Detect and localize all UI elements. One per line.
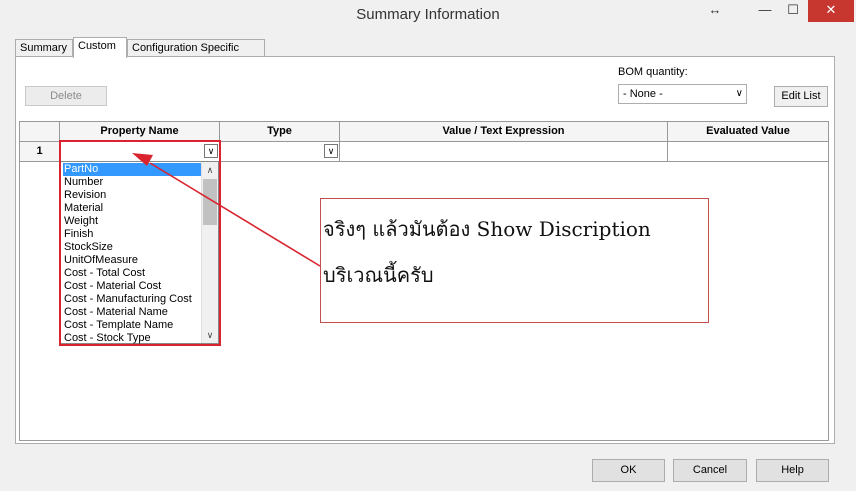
resize-icon[interactable]: ↔ <box>702 0 728 22</box>
tab-summary[interactable]: Summary <box>15 39 73 57</box>
list-item[interactable]: Cost - Material Name <box>63 306 201 319</box>
list-item[interactable]: StockSize <box>63 241 201 254</box>
list-item[interactable]: Cost - Total Cost <box>63 267 201 280</box>
chevron-down-icon[interactable]: ∨ <box>204 144 218 158</box>
grid-header-evaluated-value[interactable]: Evaluated Value <box>668 122 828 142</box>
bom-quantity-select[interactable]: - None - ∨ <box>618 84 747 104</box>
tab-custom[interactable]: Custom <box>73 37 127 58</box>
list-item[interactable]: Cost - Stock Type <box>63 332 201 345</box>
list-item[interactable]: Weight <box>63 215 201 228</box>
scrollbar-thumb[interactable] <box>203 179 217 225</box>
list-item[interactable]: Finish <box>63 228 201 241</box>
grid-header-corner <box>20 122 60 142</box>
grid-header-property-name[interactable]: Property Name <box>60 122 220 142</box>
list-item[interactable]: Cost - Manufacturing Cost <box>63 293 201 306</box>
annotation-callout: จริงๆ แล้วมันต้อง Show Discription บริเว… <box>320 198 709 323</box>
value-text-cell[interactable] <box>340 142 668 162</box>
evaluated-value-cell <box>668 142 828 162</box>
cancel-button[interactable]: Cancel <box>673 459 747 482</box>
chevron-down-icon[interactable]: ∨ <box>324 144 338 158</box>
list-item[interactable]: Cost - Material Cost <box>63 280 201 293</box>
maximize-icon[interactable]: ☐ <box>780 0 806 22</box>
bom-quantity-value: - None - <box>623 88 663 100</box>
grid-header-type[interactable]: Type <box>220 122 340 142</box>
annotation-line-1: จริงๆ แล้วมันต้อง Show Discription <box>323 217 651 241</box>
property-name-dropdown-list[interactable]: PartNo Number Revision Material Weight F… <box>60 161 219 344</box>
list-item[interactable]: PartNo <box>63 163 201 176</box>
property-name-combo[interactable]: ∨ <box>60 142 220 162</box>
dropdown-scrollbar[interactable]: ∧ ∨ <box>201 162 218 343</box>
chevron-down-icon[interactable]: ∨ <box>202 327 218 343</box>
list-item[interactable]: Cost - Template Name <box>63 319 201 332</box>
list-item[interactable]: Revision <box>63 189 201 202</box>
chevron-down-icon: ∨ <box>735 88 743 99</box>
annotation-line-2: บริเวณนี้ครับ <box>323 263 434 287</box>
grid-header-value[interactable]: Value / Text Expression <box>340 122 668 142</box>
chevron-up-icon[interactable]: ∧ <box>202 162 218 178</box>
title-bar: Summary Information ↔ — ☐ ✕ <box>0 0 856 30</box>
close-icon[interactable]: ✕ <box>808 0 854 22</box>
tab-configuration-specific[interactable]: Configuration Specific <box>127 39 265 57</box>
bom-quantity-label: BOM quantity: <box>618 66 688 78</box>
list-item[interactable]: Material <box>63 202 201 215</box>
minimize-icon[interactable]: — <box>752 0 778 22</box>
help-button[interactable]: Help <box>756 459 829 482</box>
type-combo[interactable]: ∨ <box>220 142 340 162</box>
ok-button[interactable]: OK <box>592 459 665 482</box>
list-item[interactable]: Number <box>63 176 201 189</box>
delete-button[interactable]: Delete <box>25 86 107 106</box>
edit-list-button[interactable]: Edit List <box>774 86 828 107</box>
row-number: 1 <box>20 142 60 162</box>
list-item[interactable]: UnitOfMeasure <box>63 254 201 267</box>
